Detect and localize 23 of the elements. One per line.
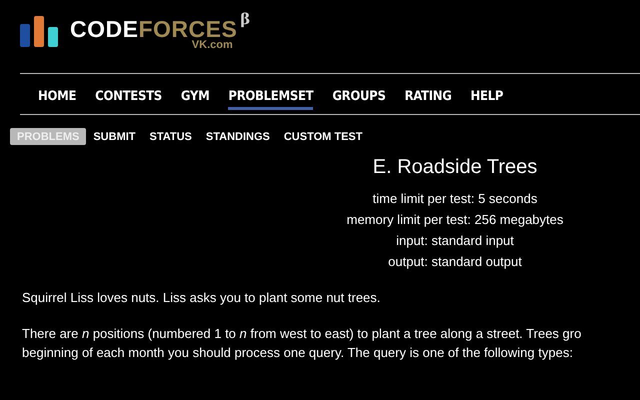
submenu-tab[interactable]: CUSTOM TEST	[276, 128, 370, 145]
statement-line: There are n positions (numbered 1 to n from west to east) to plant a tree along a street. Trees gro	[22, 325, 582, 343]
limit-text: memory limit per test: 256 megabytes	[346, 211, 564, 229]
menu-tab[interactable]: PROBLEMSET	[228, 90, 314, 110]
submenu-tab[interactable]: STATUS	[142, 128, 199, 145]
menu-tab[interactable]: CONTESTS	[95, 90, 162, 110]
limit-text: time limit per test: 5 seconds	[372, 190, 538, 208]
menu-tab[interactable]: GROUPS	[332, 90, 386, 110]
menu-tab[interactable]: HOME	[38, 90, 76, 110]
menu-tab[interactable]: HELP	[470, 90, 504, 110]
submenu-tab[interactable]: STANDINGS	[198, 128, 277, 145]
limit-text: input: standard input	[396, 232, 514, 250]
limit-text: output: standard output	[388, 253, 522, 271]
logo-text: CODE	[70, 15, 138, 44]
logo-subtitle: VK.com	[192, 39, 233, 51]
menu-tab[interactable]: GYM	[180, 90, 210, 110]
statement-line: Squirrel Liss loves nuts. Liss asks you to plant some nut trees.	[22, 289, 382, 307]
statement-line: beginning of each month you should process one query. The query is one of the following types:	[22, 344, 574, 362]
beta-mark: β	[240, 12, 251, 27]
menu-tab[interactable]: RATING	[404, 90, 452, 110]
submenu-tab[interactable]: SUBMIT	[86, 128, 143, 145]
logo-text: FORCES	[138, 15, 238, 42]
problem-title: E. Roadside Trees	[372, 155, 538, 179]
